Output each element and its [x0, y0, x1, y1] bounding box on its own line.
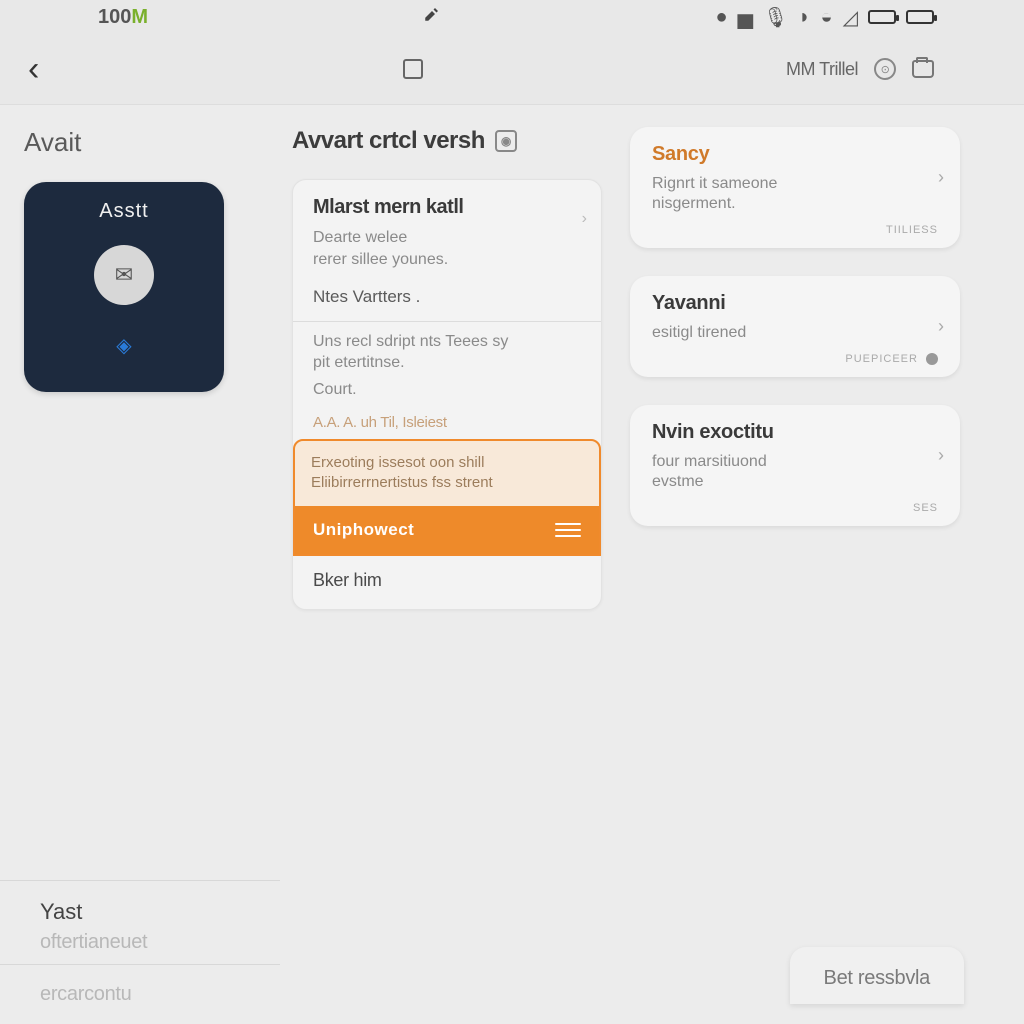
back-button[interactable]: ‹ — [28, 52, 39, 86]
title-bar: ‹ MM Trillel ⊙ — [0, 34, 1024, 104]
menu-icon[interactable] — [555, 523, 581, 537]
right-card-2-stamp: PUEPICEER — [652, 353, 938, 365]
highlight-action-bar[interactable]: Uniphowect — [295, 506, 599, 554]
right-card-3-body-2: evstme — [652, 472, 938, 492]
right-card-1-body-2: nisgerment. — [652, 194, 938, 214]
right-card-1-body-1: Rignrt it sameone — [652, 174, 938, 194]
battery-icon — [868, 10, 896, 24]
highlight-line-2: Eliibirrerrnertistus fss strent — [311, 473, 583, 493]
right-card-2-title: Yavanni — [652, 292, 938, 315]
chevron-right-icon[interactable]: › — [938, 167, 944, 188]
bottom-left-2-text: ercarcontu — [40, 983, 280, 1006]
window-icon[interactable] — [403, 59, 423, 79]
card-body-2b: pit etertitnse. — [313, 353, 581, 374]
card-line-2: rerer sillee younes. — [313, 251, 581, 269]
chevron-right-icon[interactable]: › — [938, 445, 944, 466]
divider — [293, 321, 601, 322]
mail-icon[interactable]: ✉ — [94, 245, 154, 305]
right-card-3-stamp: SES — [652, 502, 938, 514]
highlight-line-1: Erxeoting issesot oon shill — [311, 453, 583, 473]
right-column: Sancy Rignrt it sameone nisgerment. › TI… — [630, 127, 1000, 610]
right-card-1[interactable]: Sancy Rignrt it sameone nisgerment. › TI… — [630, 127, 960, 248]
sidebar-header: Avait — [24, 127, 264, 158]
card-title: Mlarst mern katll — [313, 196, 581, 219]
edit-icon — [423, 5, 441, 29]
bottom-right-button[interactable]: Bet ressbvla — [790, 947, 964, 1004]
main-card: Mlarst mern katll Dearte welee rerer sil… — [292, 179, 602, 610]
right-card-2[interactable]: Yavanni esitigl tirened › PUEPICEER — [630, 276, 960, 377]
bottom-right-label: Bet ressbvla — [824, 967, 930, 989]
wifi-icon: ◿ — [843, 5, 858, 30]
chevron-right-icon[interactable]: › — [938, 316, 944, 337]
main-header: Avvart crtcl versh ◉ — [292, 127, 602, 155]
globe-icon[interactable]: ⊙ — [874, 58, 896, 80]
bottom-left-title: Yast — [40, 899, 280, 925]
key-icon: ◗ — [798, 6, 810, 29]
card-sub-1[interactable]: Ntes Vartters . — [313, 287, 581, 307]
right-card-1-stamp: TIILIESS — [652, 224, 938, 236]
content-area: Avait Asstt ✉ ◈ Avvart crtcl versh ◉ Mla… — [0, 104, 1024, 1024]
security-shield-icon: ◈ — [116, 333, 131, 358]
right-card-3-title: Nvin exoctitu — [652, 421, 938, 444]
status-bar: 100M ● ▅ 🎙 ◗ ◒ ◿ — [0, 0, 1024, 34]
folder-icon[interactable] — [912, 60, 934, 78]
signal-icon: ▅ — [738, 5, 753, 30]
main-column: Avvart crtcl versh ◉ Mlarst mern katll D… — [292, 127, 602, 610]
right-card-3-body-1: four marsitiuond — [652, 452, 938, 472]
assistant-card-label: Asstt — [99, 200, 148, 223]
highlight-action-label: Uniphowect — [313, 520, 414, 540]
right-card-3[interactable]: Nvin exoctitu four marsitiuond evstme › … — [630, 405, 960, 526]
status-time: 100M — [98, 6, 148, 29]
card-body-2a: Uns recl sdript nts Teees sy — [313, 332, 581, 353]
bottom-left-block-2[interactable]: ercarcontu — [0, 964, 280, 1024]
bottom-left-sub: oftertianeuet — [40, 931, 280, 954]
card-body-2c: Court. — [313, 380, 581, 401]
title-right-text: MM Trillel — [786, 59, 858, 80]
right-card-2-body-1: esitigl tirened — [652, 323, 938, 343]
card-footer-item[interactable]: Bker him — [313, 556, 581, 599]
faint-text: A.A. A. uh Til, Isleiest — [313, 414, 581, 431]
bottom-left-block[interactable]: Yast oftertianeuet — [0, 880, 280, 954]
right-card-1-title: Sancy — [652, 143, 938, 166]
chevron-right-icon[interactable]: › — [582, 210, 587, 228]
person-icon: ● — [716, 6, 728, 29]
info-icon[interactable]: ◉ — [495, 130, 517, 152]
shield-icon: ◒ — [821, 6, 833, 29]
assistant-card[interactable]: Asstt ✉ ◈ — [24, 182, 224, 392]
battery-icon-2 — [906, 10, 934, 24]
status-icons: ● ▅ 🎙 ◗ ◒ ◿ — [716, 5, 934, 30]
card-line-1: Dearte welee — [313, 229, 581, 247]
highlight-box: Erxeoting issesot oon shill Eliibirrerrn… — [293, 439, 601, 556]
mic-icon: 🎙 — [763, 5, 788, 30]
sidebar: Avait Asstt ✉ ◈ — [24, 127, 264, 610]
